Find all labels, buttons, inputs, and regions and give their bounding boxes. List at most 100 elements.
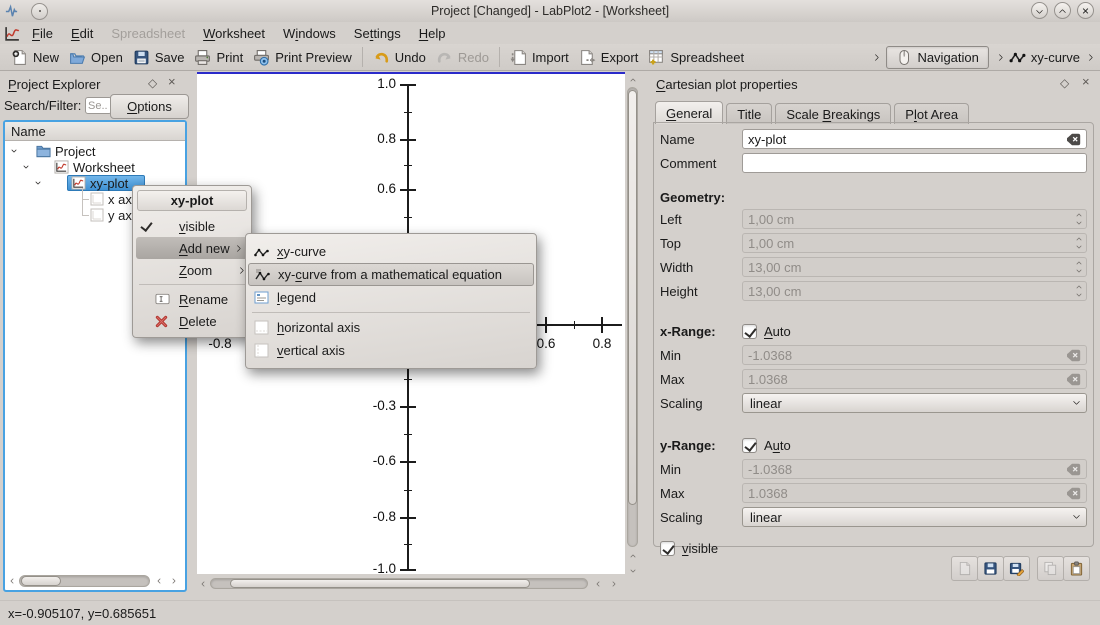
- axis-tick-label: 1.0: [350, 76, 396, 91]
- save-template-button[interactable]: [977, 556, 1004, 581]
- new-spreadsheet-button[interactable]: Spreadsheet: [643, 47, 749, 68]
- x-scaling-label: Scaling: [660, 396, 742, 411]
- scroll-left-button[interactable]: [153, 574, 166, 587]
- scroll-right-button[interactable]: [166, 574, 179, 587]
- menu-item-visible[interactable]: visible: [133, 215, 251, 237]
- submenu-item-xy-curve[interactable]: xy-curve: [246, 240, 536, 263]
- worksheet-hscrollbar[interactable]: [197, 576, 625, 591]
- tab-scale-breakings[interactable]: Scale Breakings: [775, 103, 891, 124]
- menu-item-rename[interactable]: Rename: [133, 288, 251, 310]
- expander-icon[interactable]: [23, 163, 29, 169]
- tree-header-name[interactable]: Name: [5, 122, 185, 141]
- paste-button[interactable]: [1063, 556, 1090, 581]
- float-dock-icon[interactable]: ◇: [148, 77, 157, 89]
- toolbar-expand-icon[interactable]: [1085, 53, 1094, 62]
- scroll-left-button[interactable]: [197, 577, 210, 590]
- float-dock-icon[interactable]: ◇: [1060, 77, 1069, 89]
- name-field[interactable]: xy-plot: [742, 129, 1087, 149]
- x-auto-checkbox[interactable]: [742, 324, 757, 339]
- undo-button[interactable]: Undo: [368, 47, 431, 68]
- options-button[interactable]: Options: [110, 94, 189, 119]
- xy-curve-button[interactable]: xy-curve: [1004, 47, 1085, 68]
- x-scaling-combobox[interactable]: linear: [742, 393, 1087, 413]
- chevron-down-icon: [1073, 398, 1080, 405]
- y-min-field: -1.0368: [742, 459, 1087, 479]
- visible-checkbox[interactable]: [660, 541, 675, 556]
- scroll-up-button[interactable]: [626, 550, 639, 563]
- print-preview-button[interactable]: Print Preview: [248, 47, 357, 68]
- menu-file[interactable]: File: [23, 22, 62, 44]
- save-as-template-button[interactable]: [1003, 556, 1030, 581]
- tab-general[interactable]: General: [655, 101, 723, 124]
- labplot-chart-icon: [4, 25, 21, 42]
- scroll-left-button[interactable]: [6, 574, 19, 587]
- document-icon: [957, 561, 972, 576]
- expander-icon[interactable]: [35, 179, 41, 185]
- print-button[interactable]: Print: [189, 47, 248, 68]
- close-dock-icon[interactable]: ×: [1082, 76, 1090, 88]
- submenu-item-horizontal-axis[interactable]: horizontal axis: [246, 316, 536, 339]
- clear-text-icon[interactable]: [1067, 133, 1081, 146]
- expander-icon[interactable]: [11, 147, 17, 153]
- worksheet-vscrollbar[interactable]: [625, 74, 640, 592]
- tree-item-project[interactable]: Project: [5, 143, 185, 159]
- clear-text-icon: [1067, 487, 1081, 500]
- vscroll-slider[interactable]: [628, 90, 637, 505]
- left-spinbox: 1,00 cm: [742, 209, 1087, 229]
- toolbar-expand-icon[interactable]: [871, 53, 880, 62]
- menu-item-zoom[interactable]: Zoom: [133, 259, 251, 281]
- scroll-right-button[interactable]: [606, 577, 619, 590]
- redo-button: Redo: [431, 47, 494, 68]
- axis-tick-label: 0.8: [350, 131, 396, 146]
- tab-plot-area[interactable]: Plot Area: [894, 103, 969, 124]
- minimize-button[interactable]: [1031, 2, 1048, 19]
- close-dock-icon[interactable]: ×: [168, 76, 176, 88]
- menu-spreadsheet: Spreadsheet: [102, 22, 194, 44]
- document-open-icon: [69, 49, 86, 66]
- search-filter-input[interactable]: [85, 97, 112, 114]
- menu-windows[interactable]: Windows: [274, 22, 345, 44]
- axis-element: [400, 406, 416, 408]
- menu-edit[interactable]: Edit: [62, 22, 102, 44]
- maximize-button[interactable]: [1054, 2, 1071, 19]
- import-button[interactable]: Import: [505, 47, 574, 68]
- export-button[interactable]: Export: [574, 47, 644, 68]
- menu-settings[interactable]: Settings: [345, 22, 410, 44]
- menu-item-delete[interactable]: Delete: [133, 310, 251, 332]
- y-scaling-label: Scaling: [660, 510, 742, 525]
- open-button[interactable]: Open: [64, 47, 128, 68]
- axis-element: [404, 379, 412, 380]
- comment-field[interactable]: [742, 153, 1087, 173]
- scroll-up-button[interactable]: [626, 74, 639, 87]
- width-label: Width: [660, 260, 742, 275]
- print-preview-icon: [253, 49, 270, 66]
- menu-help[interactable]: Help: [410, 22, 455, 44]
- close-button[interactable]: ×: [1077, 2, 1094, 19]
- scroll-down-button[interactable]: [626, 563, 639, 576]
- titlebar: Project [Changed] - LabPlot2 - [Workshee…: [0, 0, 1100, 22]
- submenu-item-vertical-axis[interactable]: vertical axis: [246, 339, 536, 362]
- y-auto-checkbox[interactable]: [742, 438, 757, 453]
- toolbar-expand-icon[interactable]: [995, 53, 1004, 62]
- menu-worksheet[interactable]: Worksheet: [194, 22, 274, 44]
- document-save-icon: [133, 49, 150, 66]
- y-scaling-combobox[interactable]: linear: [742, 507, 1087, 527]
- submenu-item-xy-curve-equation[interactable]: xy-curve from a mathematical equation: [248, 263, 534, 286]
- hscroll-slider[interactable]: [230, 579, 530, 588]
- tree-item-worksheet[interactable]: Worksheet: [5, 159, 185, 175]
- navigation-button[interactable]: Navigation: [886, 46, 988, 69]
- new-button[interactable]: New: [6, 47, 64, 68]
- top-label: Top: [660, 236, 742, 251]
- scrollbar-slider[interactable]: [21, 576, 61, 586]
- menu-item-add-new[interactable]: Add new: [136, 237, 248, 259]
- floppy-edit-icon: [1009, 561, 1024, 576]
- submenu-item-legend[interactable]: legend: [246, 286, 536, 309]
- axis-element: [400, 517, 416, 519]
- horizontal-axis-icon: [254, 320, 269, 335]
- tab-title[interactable]: Title: [726, 103, 772, 124]
- search-filter-label: Search/Filter:: [4, 98, 81, 113]
- window-title: Project [Changed] - LabPlot2 - [Workshee…: [0, 4, 1100, 18]
- scroll-left-button[interactable]: [592, 577, 605, 590]
- clear-text-icon: [1067, 349, 1081, 362]
- save-button[interactable]: Save: [128, 47, 190, 68]
